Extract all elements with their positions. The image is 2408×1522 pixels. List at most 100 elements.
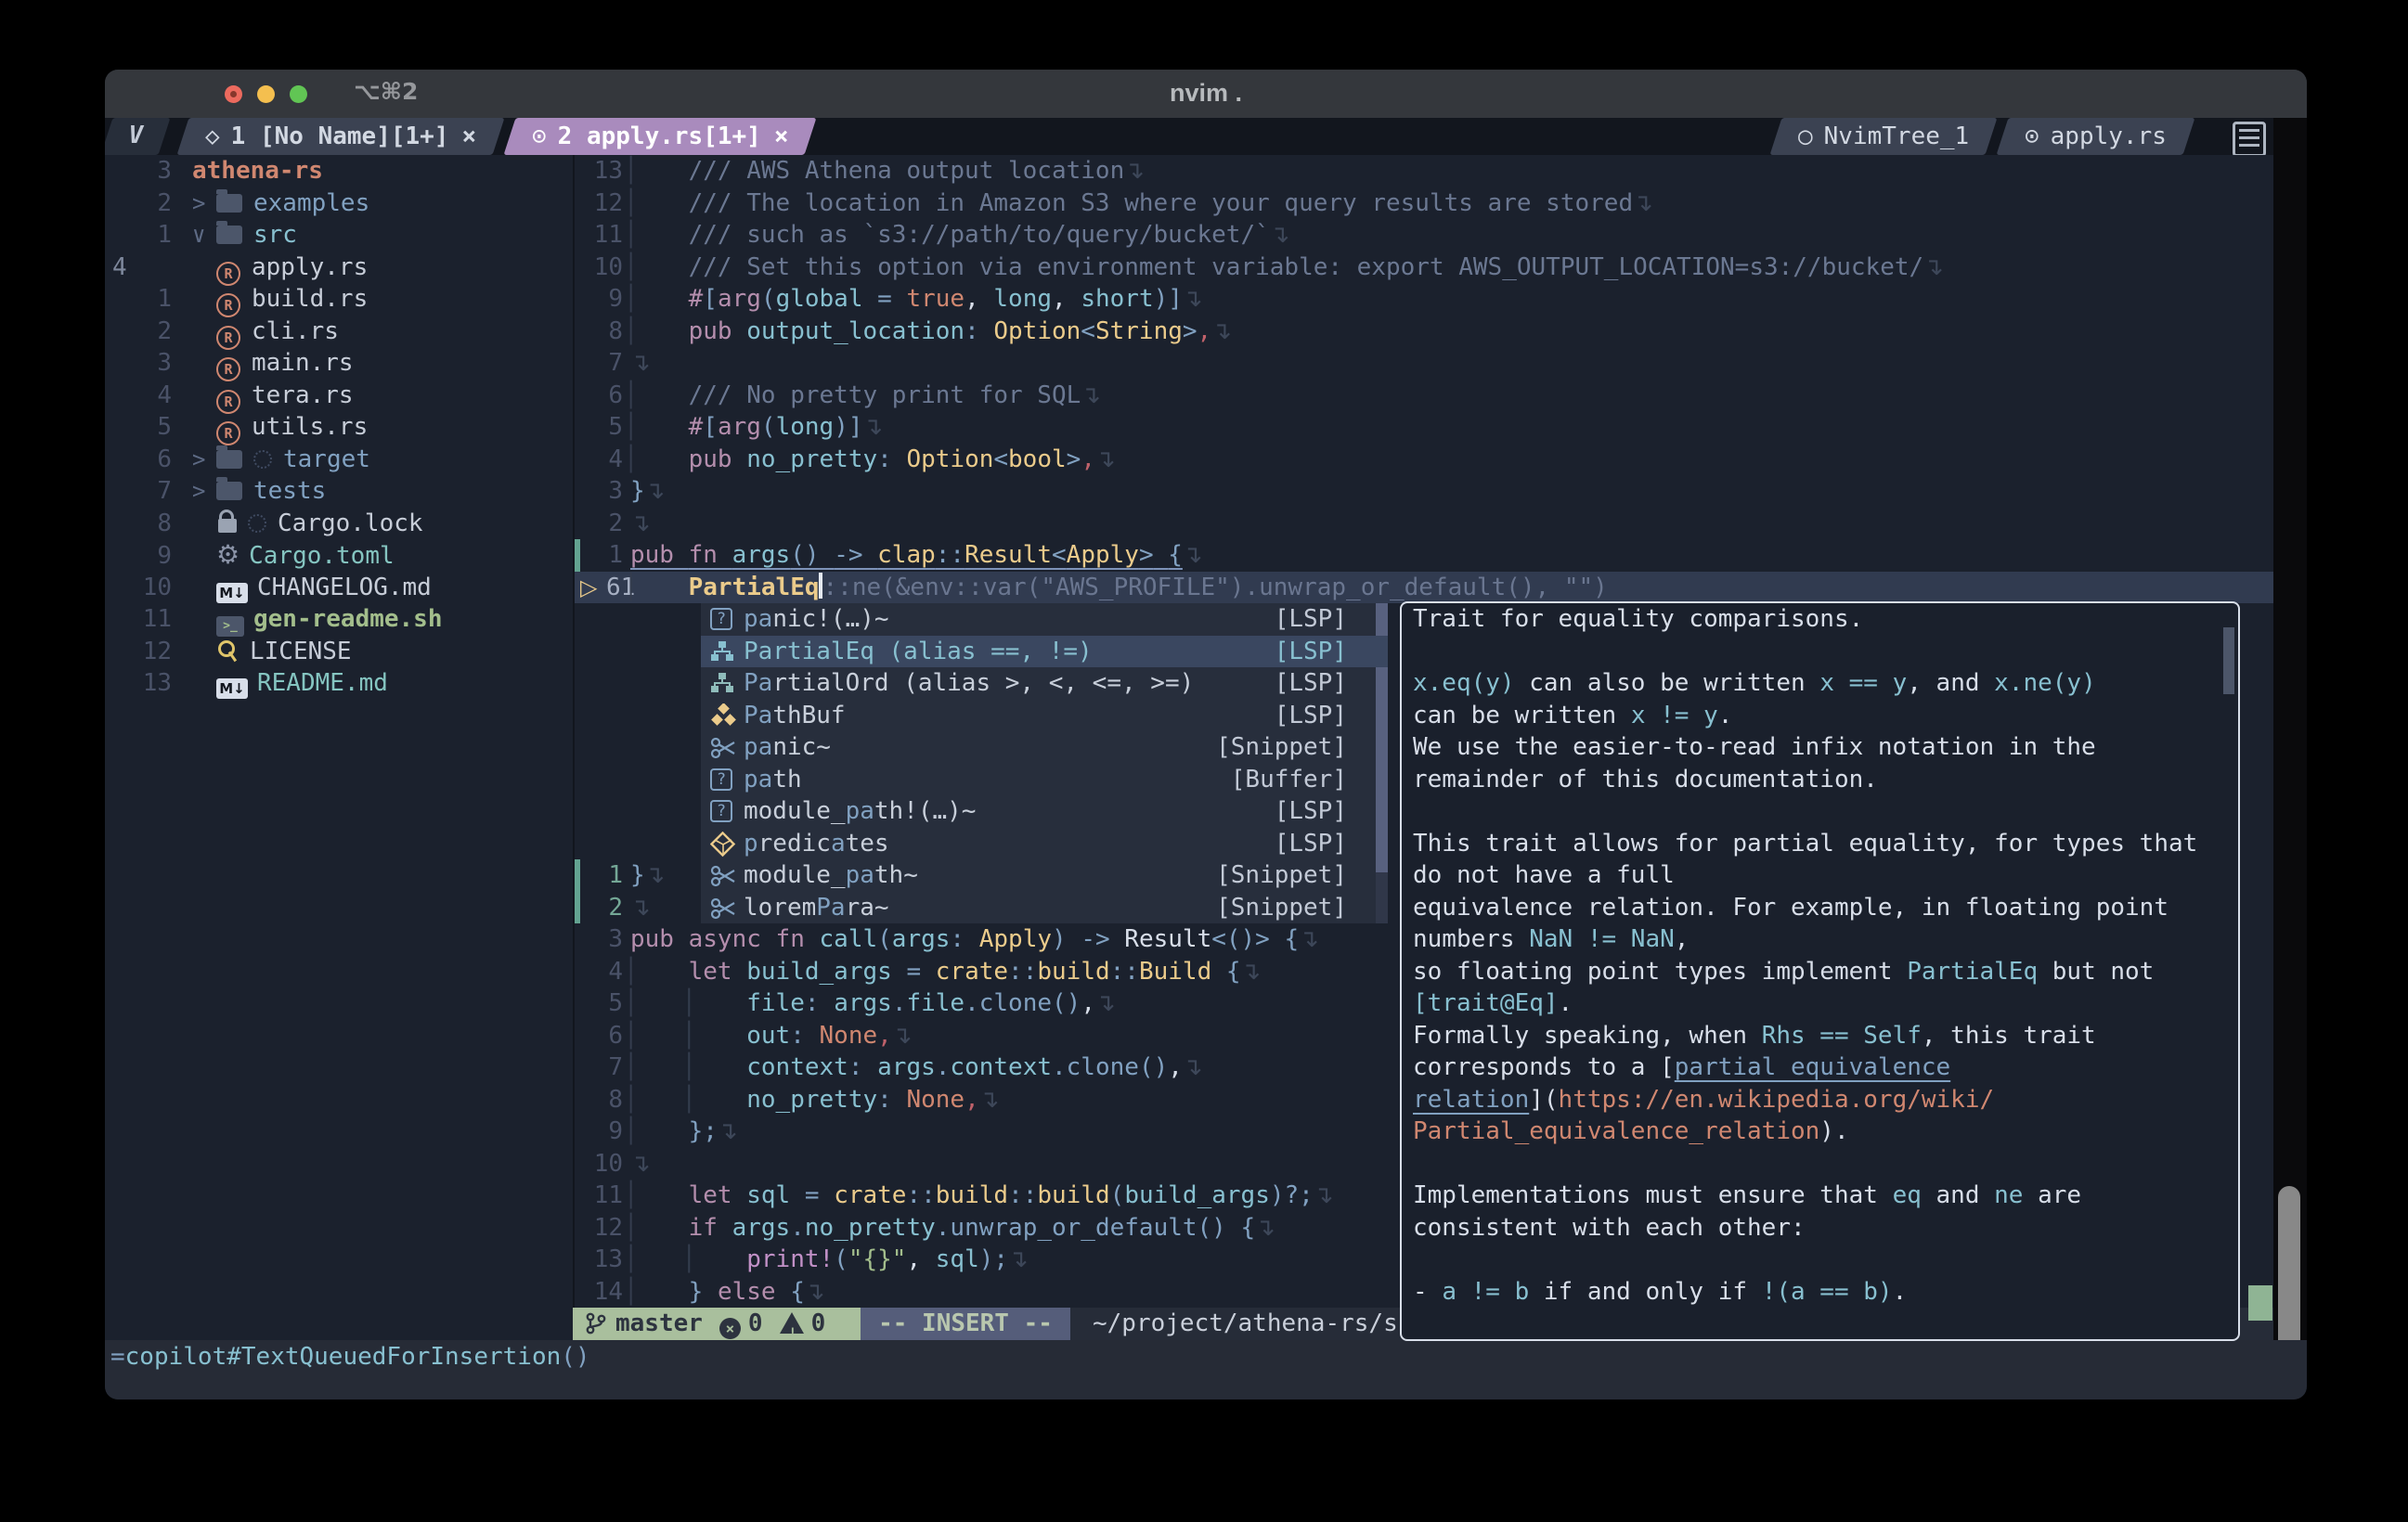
chevron-right-icon[interactable]: > bbox=[192, 475, 216, 508]
code-text: ▏ bbox=[689, 989, 704, 1017]
tab-1[interactable]: ◇1 [No Name][1+]× bbox=[177, 118, 505, 155]
tab-close-icon[interactable]: × bbox=[774, 123, 789, 150]
code-line[interactable]: 8▏ pub output_location: Option<String>,↴ bbox=[575, 316, 2275, 348]
tab-label: 1 [No Name][1+] bbox=[231, 123, 449, 150]
completion-item[interactable]: ?panic!(…)~[LSP] bbox=[701, 603, 1388, 636]
doc-line: This trait allows for partial equality, … bbox=[1402, 828, 2238, 860]
code-text: . bbox=[1559, 989, 1573, 1017]
code-text: call bbox=[820, 925, 878, 953]
code-line[interactable]: 7↴ bbox=[575, 347, 2275, 380]
tree-item-Cargo.lock[interactable]: 8 Cargo.lock bbox=[105, 508, 573, 540]
code-line[interactable]: 13▏ /// AWS Athena output location↴ bbox=[575, 155, 2275, 187]
tree-item-cli.rs[interactable]: 2 Rcli.rs bbox=[105, 316, 573, 348]
tree-item-Cargo.toml[interactable]: 9 ⚙Cargo.toml bbox=[105, 539, 573, 572]
code-text: () bbox=[1198, 1214, 1226, 1242]
tree-line-number: 10 bbox=[105, 572, 192, 604]
eol-marker-icon: ↴ bbox=[1270, 221, 1290, 249]
completion-item[interactable]: PartialOrd (alias >, <, <=, >=)[LSP] bbox=[701, 667, 1388, 700]
code-text: clone bbox=[1067, 1053, 1139, 1081]
code-line[interactable]: 4▏ pub no_pretty: Option<bool>,↴ bbox=[575, 444, 2275, 476]
tree-item-main.rs[interactable]: 3 Rmain.rs bbox=[105, 347, 573, 380]
code-line[interactable]: ▷61▏ PartialEq::ne(&env::var("AWS_PROFIL… bbox=[575, 572, 2275, 604]
code-line[interactable]: 6▏ /// No pretty print for SQL↴ bbox=[575, 380, 2275, 412]
tree-item-build.rs[interactable]: 1 Rbuild.rs bbox=[105, 283, 573, 316]
code-text: crate bbox=[936, 958, 1008, 986]
code-text bbox=[892, 1086, 907, 1114]
eol-marker-icon: ↴ bbox=[1314, 1181, 1334, 1209]
tab-close-icon[interactable]: × bbox=[461, 123, 476, 150]
code-line[interactable]: 1pub fn args() -> clap::Result<Apply> {↴ bbox=[575, 539, 2275, 572]
code-text: sql bbox=[936, 1245, 979, 1273]
editor-scrollbar-thumb[interactable] bbox=[2248, 1285, 2272, 1321]
tree-item-LICENSE[interactable]: 12 LICENSE bbox=[105, 636, 573, 668]
doc-line: x.eq(y) can also be written x == y, and … bbox=[1402, 667, 2238, 700]
tree-item-apply.rs[interactable]: 4 Rapply.rs bbox=[105, 252, 573, 284]
completion-item[interactable]: PartialEq (alias ==, !=)[LSP] bbox=[701, 636, 1388, 668]
code-text: ▏ bbox=[630, 413, 645, 441]
tree-item-examples[interactable]: 2>examples bbox=[105, 187, 573, 220]
doc-scrollbar-thumb[interactable] bbox=[2223, 627, 2234, 694]
code-text bbox=[645, 1214, 689, 1242]
completion-item[interactable]: ?module_path!(…)~[LSP] bbox=[701, 795, 1388, 828]
code-text bbox=[1270, 925, 1285, 953]
code-text: # bbox=[689, 413, 704, 441]
code-text: ▏ bbox=[630, 157, 645, 185]
tree-item-README.md[interactable]: 13 M↓README.md bbox=[105, 667, 573, 700]
target-icon: ⊙ bbox=[532, 123, 547, 150]
code-text: Apply bbox=[979, 925, 1052, 953]
completion-item[interactable]: loremPara~[Snippet] bbox=[701, 892, 1388, 924]
code-text: let bbox=[689, 958, 747, 986]
code-text bbox=[703, 1278, 718, 1306]
line-number: 3 bbox=[580, 923, 623, 956]
tree-item-utils.rs[interactable]: 5 Rutils.rs bbox=[105, 411, 573, 444]
code-line[interactable]: 11▏ /// such as `s3://path/to/query/buck… bbox=[575, 219, 2275, 252]
git-branch-icon bbox=[586, 1312, 606, 1335]
code-text: ▏ bbox=[630, 445, 645, 473]
code-text: !(a == b) bbox=[1762, 1278, 1893, 1306]
completion-item[interactable]: PathBuf[LSP] bbox=[701, 700, 1388, 732]
completion-item[interactable]: predicates[LSP] bbox=[701, 828, 1388, 860]
code-text: -> bbox=[834, 541, 862, 569]
completion-item[interactable]: module_path~[Snippet] bbox=[701, 859, 1388, 892]
code-line[interactable]: 2↴ bbox=[575, 508, 2275, 540]
rust-file-icon: R bbox=[216, 357, 240, 381]
code-text: unwrap_or_default bbox=[950, 1214, 1197, 1242]
eol-marker-icon: ↴ bbox=[805, 1278, 825, 1306]
code-text bbox=[964, 925, 979, 953]
code-line[interactable]: 5▏ #[arg(long)]↴ bbox=[575, 411, 2275, 444]
branch-name: master bbox=[615, 1309, 703, 1337]
line-number: 14 bbox=[580, 1276, 623, 1309]
code-text: Formally speaking, when bbox=[1413, 1022, 1762, 1050]
text-cursor bbox=[819, 573, 822, 599]
chevron-right-icon[interactable]: > bbox=[192, 444, 216, 476]
tree-item-CHANGELOG.md[interactable]: 10 M↓CHANGELOG.md bbox=[105, 572, 573, 604]
breakpoint-sign-icon[interactable]: ▷ bbox=[580, 572, 606, 604]
code-text bbox=[645, 285, 689, 313]
code-text: . bbox=[1893, 1278, 1908, 1306]
titlebar[interactable]: ⌥⌘2 nvim . bbox=[105, 70, 2307, 120]
tree-item-gen-readme.sh[interactable]: 11 >_gen-readme.sh bbox=[105, 603, 573, 636]
code-line[interactable]: 9▏ #[arg(global = true, long, short)]↴ bbox=[575, 283, 2275, 316]
right-tab-apply.rs[interactable]: ⊙apply.rs bbox=[1997, 118, 2195, 155]
code-text: PartialEq bbox=[1907, 958, 2038, 986]
errors-icon: × bbox=[719, 1318, 741, 1339]
code-line[interactable]: 12▏ /// The location in Amazon S3 where … bbox=[575, 187, 2275, 220]
tab-2[interactable]: ⊙2 apply.rs[1+]× bbox=[504, 118, 817, 155]
tree-item-athena-rs[interactable]: 3athena-rs bbox=[105, 155, 573, 187]
chevron-right-icon[interactable]: > bbox=[192, 187, 216, 220]
tree-item-src[interactable]: 1∨src bbox=[105, 219, 573, 252]
code-line[interactable]: 10▏ /// Set this option via environment … bbox=[575, 252, 2275, 284]
tree-item-tera.rs[interactable]: 4 Rtera.rs bbox=[105, 380, 573, 412]
code-line[interactable]: 3}↴ bbox=[575, 475, 2275, 508]
doc-line: so floating point types implement Partia… bbox=[1402, 956, 2238, 988]
tree-item-label: tera.rs bbox=[252, 381, 354, 409]
tree-item-target[interactable]: 6>target bbox=[105, 444, 573, 476]
completion-item[interactable]: ?path[Buffer] bbox=[701, 764, 1388, 796]
code-text: ▏ bbox=[630, 317, 645, 345]
right-tab-NvimTree_1[interactable]: ○NvimTree_1 bbox=[1770, 118, 1998, 155]
completion-item[interactable]: panic~[Snippet] bbox=[701, 731, 1388, 764]
code-text: : bbox=[805, 989, 820, 1017]
tree-item-tests[interactable]: 7>tests bbox=[105, 475, 573, 508]
command-line[interactable]: =copilot#TextQueuedForInsertion() bbox=[105, 1340, 2307, 1399]
chevron-down-icon[interactable]: ∨ bbox=[192, 219, 216, 252]
